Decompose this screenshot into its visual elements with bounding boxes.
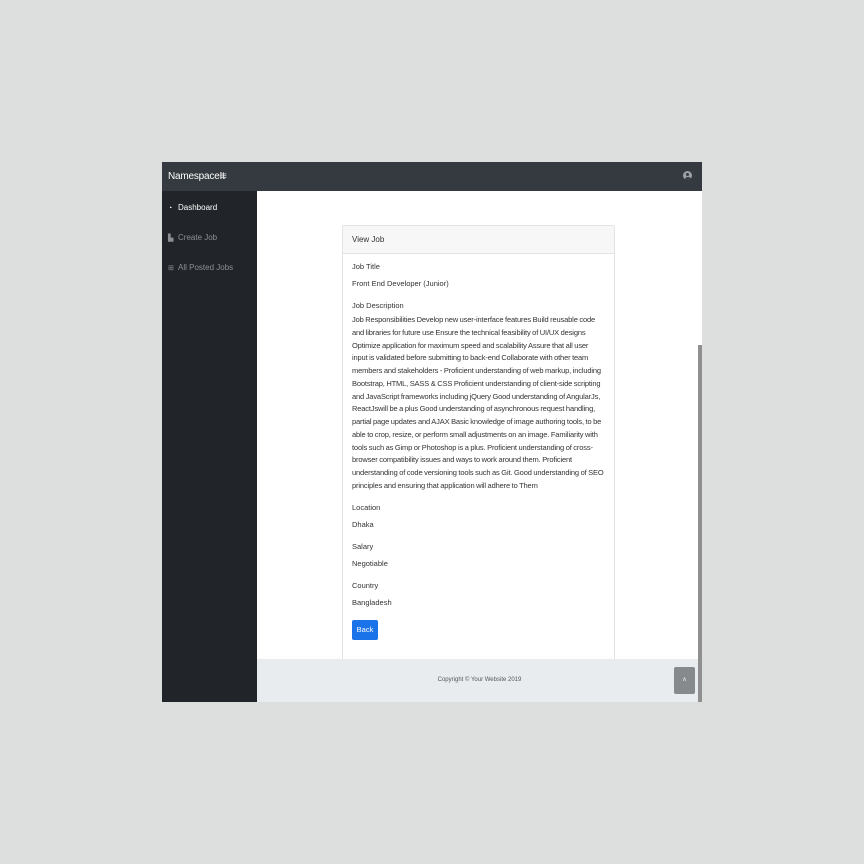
country-label: Country xyxy=(352,580,379,590)
scroll-to-top-button[interactable]: ˄ xyxy=(674,667,695,694)
location-value: Dhaka xyxy=(352,519,374,529)
location-label: Location xyxy=(352,502,381,512)
user-circle-icon[interactable] xyxy=(683,171,692,180)
country-value: Bangladesh xyxy=(352,597,392,607)
job-title-value: Front End Developer (Junior) xyxy=(352,279,449,288)
table-icon: ⊞ xyxy=(168,265,174,272)
tachometer-icon: ◔ xyxy=(168,205,173,212)
sidebar-item-dashboard[interactable]: ◔ Dashboard xyxy=(168,201,217,215)
job-description-value: Job Responsibilities Develop new user-in… xyxy=(352,315,604,490)
sidebar-toggle-icon[interactable]: ≡ xyxy=(221,162,227,191)
view-job-card: View Job Job Title Front End Developer (… xyxy=(342,225,615,665)
brand-link[interactable]: NamespaceIt xyxy=(168,162,225,191)
app-window: NamespaceIt ≡ ◔ Dashboard ▙ Create Job ⊞ Al… xyxy=(162,162,702,702)
salary-value: Negotiable xyxy=(352,558,388,568)
main-content: View Job Job Title Front End Developer (… xyxy=(257,191,702,702)
back-button[interactable]: Back xyxy=(352,619,378,640)
area-chart-icon: ▙ xyxy=(168,235,174,242)
sidebar: ◔ Dashboard ▙ Create Job ⊞ All Posted Jobs xyxy=(162,191,257,702)
sidebar-item-label: All Posted Jobs xyxy=(178,263,234,272)
scrollbar-thumb[interactable] xyxy=(698,345,702,702)
sidebar-item-label: Dashboard xyxy=(178,203,218,212)
card-body: Job Title Front End Developer (Junior) J… xyxy=(343,254,614,640)
footer: Copyright © Your Website 2019 xyxy=(257,659,702,702)
chevron-up-icon: ˄ xyxy=(682,677,687,684)
sidebar-item-create-job[interactable]: ▙ Create Job xyxy=(168,231,217,245)
card-header: View Job xyxy=(343,226,614,254)
job-description-label: Job Description xyxy=(352,301,404,310)
sidebar-item-label: Create Job xyxy=(178,233,218,242)
copyright-text: Copyright © Your Website 2019 xyxy=(437,677,522,683)
sidebar-item-all-posted-jobs[interactable]: ⊞ All Posted Jobs xyxy=(168,261,233,275)
top-navbar: NamespaceIt ≡ xyxy=(162,162,702,191)
salary-label: Salary xyxy=(352,541,374,551)
job-title-label: Job Title xyxy=(352,262,380,271)
